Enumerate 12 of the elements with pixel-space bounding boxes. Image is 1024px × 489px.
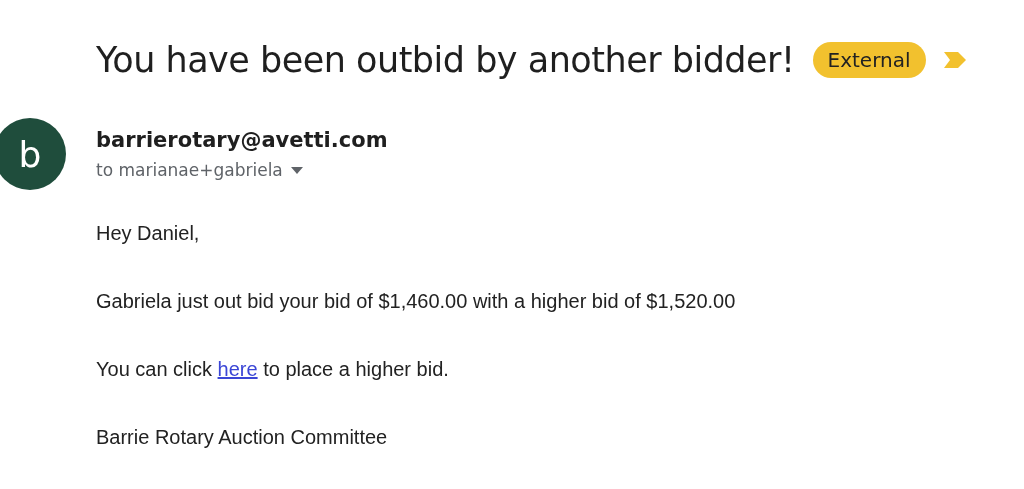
- message-paragraph: Gabriela just out bid your bid of $1,460.00 with a higher bid of $1,520.00: [96, 290, 737, 313]
- sender-avatar: b: [0, 118, 66, 190]
- dropdown-caret-icon[interactable]: [290, 166, 303, 174]
- bid-link[interactable]: here: [217, 358, 258, 380]
- message-paragraph: You can click here to place a higher bid.: [96, 358, 450, 381]
- importance-marker-icon[interactable]: [943, 52, 966, 68]
- message-paragraph: Barrie Rotary Auction Committee: [96, 426, 389, 449]
- sender-email: barrierotary@avetti.com: [96, 128, 388, 152]
- external-label: External: [812, 42, 926, 78]
- message-paragraph: Hey Daniel,: [96, 222, 201, 245]
- email-subject: You have been outbid by another bidder!: [96, 40, 795, 80]
- recipients-text: to marianae+gabriela: [96, 160, 283, 180]
